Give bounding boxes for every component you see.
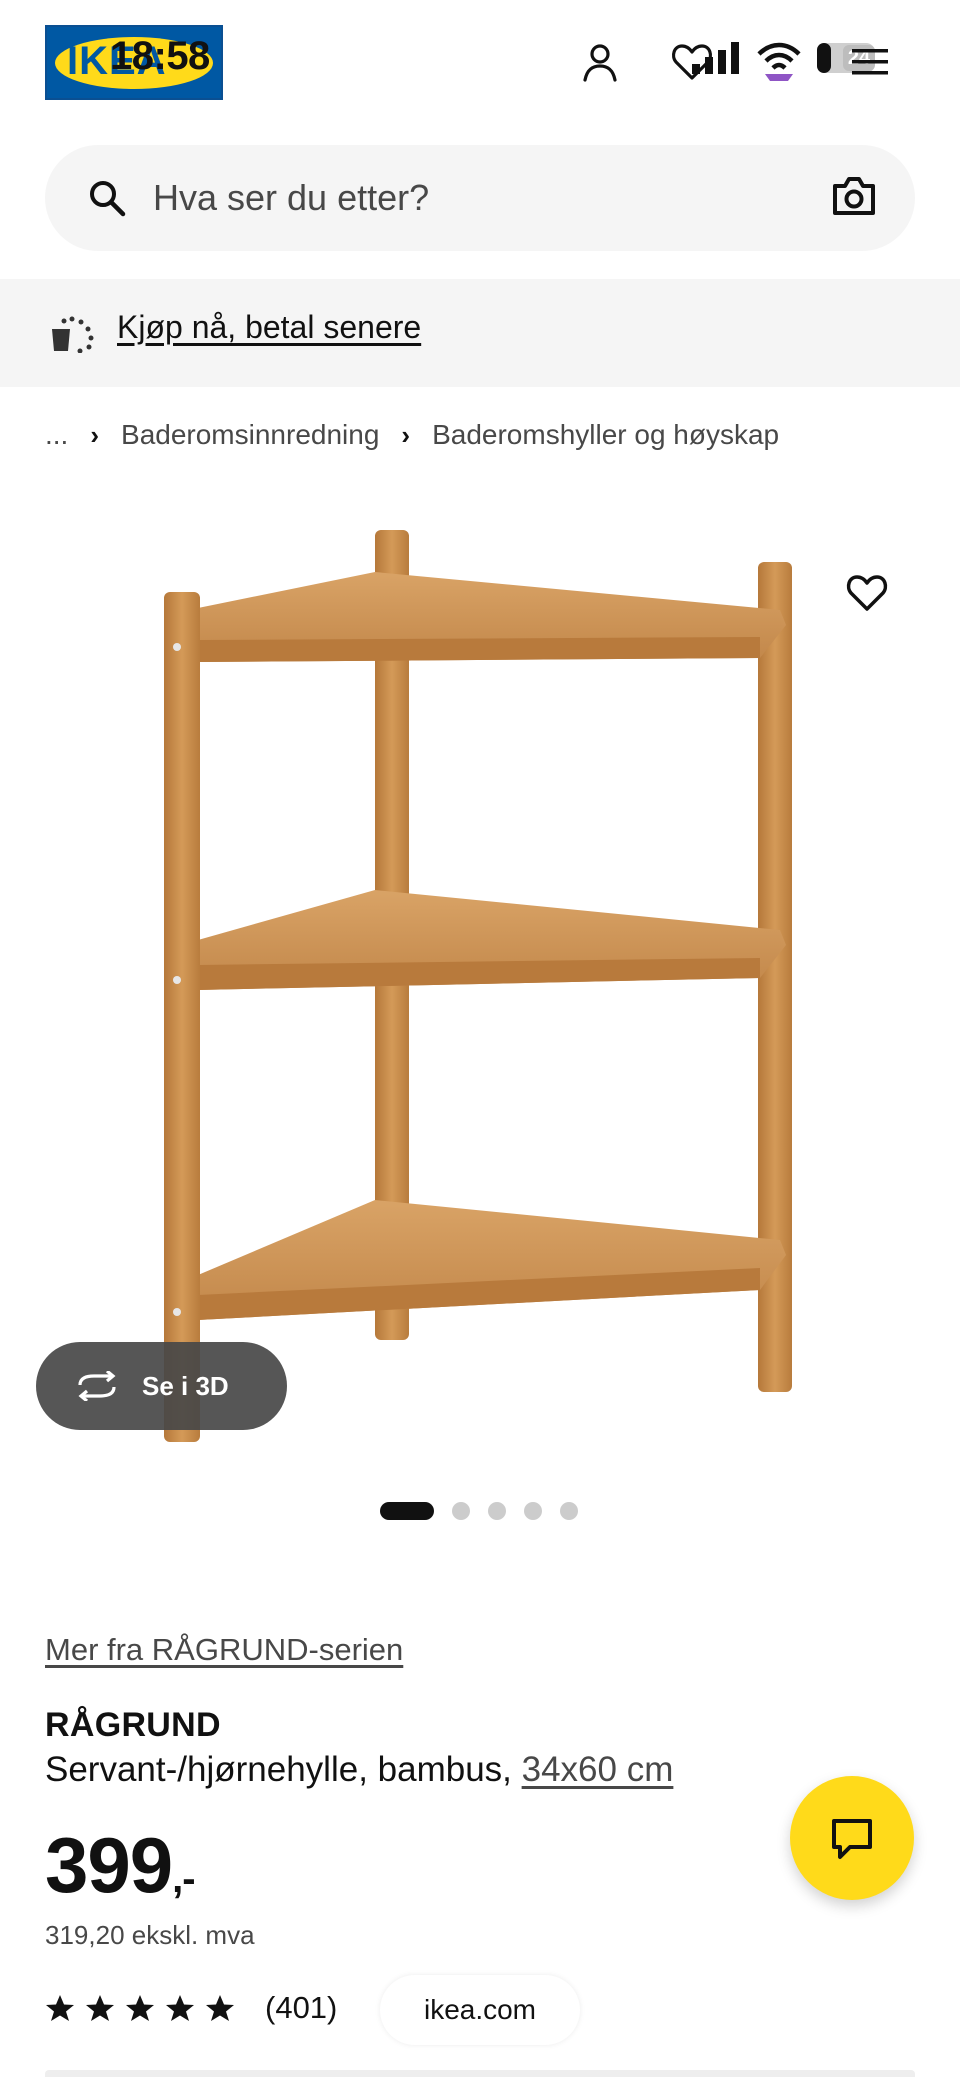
price-main: 399 bbox=[45, 1821, 173, 1909]
wifi-icon bbox=[755, 38, 803, 87]
chevron-right-icon: › bbox=[401, 419, 411, 450]
header: IKEA 18:58 24 bbox=[0, 0, 960, 125]
star-icon bbox=[46, 1995, 74, 2021]
image-pagination bbox=[380, 1502, 596, 1520]
camera-icon[interactable] bbox=[831, 175, 877, 222]
rating-count: (401) bbox=[265, 1990, 338, 2025]
product-image[interactable] bbox=[140, 500, 820, 1460]
product-size-link[interactable]: 34x60 cm bbox=[522, 1750, 674, 1789]
star-icon bbox=[166, 1995, 194, 2021]
pagination-dot[interactable] bbox=[524, 1502, 542, 1520]
product-description-text: Servant-/hjørnehylle, bambus, bbox=[45, 1750, 512, 1789]
chevron-right-icon: › bbox=[90, 419, 100, 450]
search-icon bbox=[87, 178, 127, 223]
save-favorite-icon[interactable] bbox=[845, 573, 889, 618]
menu-icon[interactable] bbox=[850, 45, 890, 84]
breadcrumb-item[interactable]: Baderomshyller og høyskap bbox=[432, 419, 779, 451]
pagination-dot-active[interactable] bbox=[380, 1502, 434, 1520]
pagination-dot[interactable] bbox=[452, 1502, 470, 1520]
pagination-dot[interactable] bbox=[560, 1502, 578, 1520]
star-icon bbox=[86, 1995, 114, 2021]
chat-button[interactable] bbox=[790, 1776, 914, 1900]
status-time: 18:58 bbox=[110, 34, 210, 78]
rotate-3d-icon bbox=[78, 1371, 116, 1401]
signal-icon bbox=[690, 40, 742, 81]
view-3d-label: Se i 3D bbox=[142, 1370, 229, 1401]
product-rating[interactable]: (401) bbox=[45, 1990, 337, 2026]
product-name: RÅGRUND bbox=[45, 1706, 221, 1744]
view-3d-button[interactable]: Se i 3D bbox=[36, 1342, 287, 1430]
product-price: 399,- bbox=[45, 1820, 196, 1911]
product-description: Servant-/hjørnehylle, bambus, 34x60 cm bbox=[45, 1750, 673, 1790]
breadcrumb-ellipsis[interactable]: ... bbox=[45, 419, 68, 451]
user-icon[interactable] bbox=[578, 40, 622, 89]
browser-url-bar[interactable]: ikea.com bbox=[380, 1975, 580, 2045]
buy-now-pay-later-link[interactable]: Kjøp nå, betal senere bbox=[117, 309, 421, 346]
chat-icon bbox=[832, 1819, 872, 1859]
search-bar[interactable] bbox=[45, 145, 915, 251]
bag-icon bbox=[48, 313, 96, 358]
breadcrumb-item[interactable]: Baderomsinnredning bbox=[121, 419, 379, 451]
series-link[interactable]: Mer fra RÅGRUND-serien bbox=[45, 1632, 403, 1668]
breadcrumb: ... › Baderomsinnredning › Baderomshylle… bbox=[45, 415, 779, 455]
star-icon bbox=[126, 1995, 154, 2021]
bottom-sheet-edge bbox=[45, 2070, 915, 2077]
price-suffix: ,- bbox=[172, 1857, 195, 1901]
search-input[interactable] bbox=[153, 145, 803, 251]
price-ex-vat: 319,20 ekskl. mva bbox=[45, 1920, 255, 1950]
star-icon bbox=[206, 1995, 234, 2021]
promo-banner: Kjøp nå, betal senere bbox=[0, 279, 960, 387]
pagination-dot[interactable] bbox=[488, 1502, 506, 1520]
